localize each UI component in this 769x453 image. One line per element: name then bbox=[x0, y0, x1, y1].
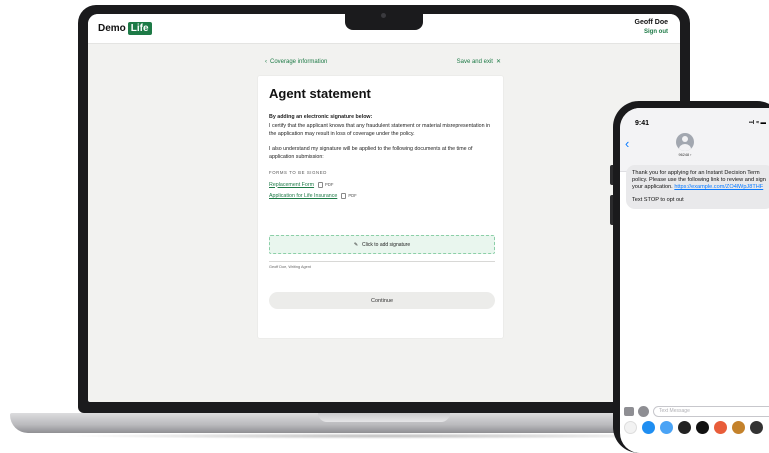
camera-notch bbox=[345, 5, 423, 30]
contact-avatar[interactable] bbox=[676, 133, 694, 151]
intro-heading: By adding an electronic signature below: bbox=[269, 114, 373, 120]
document-icon bbox=[341, 193, 347, 200]
close-icon: ✕ bbox=[495, 59, 501, 65]
brand-badge: Life bbox=[127, 22, 152, 35]
camera-icon[interactable] bbox=[624, 406, 634, 416]
back-link-label: Coverage information bbox=[270, 58, 328, 65]
battery-icon: ▬ bbox=[760, 120, 767, 126]
replacement-form-link[interactable]: Replacement Form bbox=[269, 181, 314, 190]
user-name: Geoff Doe bbox=[634, 19, 668, 26]
laptop-opening-groove bbox=[318, 413, 450, 422]
more-apps-icon[interactable] bbox=[750, 420, 763, 434]
brand-name: Demo bbox=[98, 23, 126, 34]
add-signature-button[interactable]: ✎ Click to add signature bbox=[269, 235, 495, 254]
app-store-app-icon[interactable] bbox=[642, 420, 655, 434]
signature-caption: Geoff Doe, Writing Agent bbox=[269, 265, 311, 269]
laptop-shadow bbox=[60, 433, 710, 439]
document-icon bbox=[318, 181, 324, 188]
opt-out-text: Text STOP to opt out bbox=[632, 196, 684, 203]
back-chevron-icon[interactable]: ‹ bbox=[625, 136, 629, 151]
save-and-exit-label: Save and exit bbox=[456, 58, 493, 65]
person-icon-body bbox=[679, 144, 691, 151]
message-link[interactable]: https://example.com/ZO4lWpJ8THF bbox=[674, 184, 763, 190]
contact-number: 96248 › bbox=[678, 153, 692, 157]
sign-out-link[interactable]: Sign out bbox=[644, 29, 668, 35]
pen-icon: ✎ bbox=[353, 241, 359, 248]
app-drawer bbox=[624, 420, 769, 434]
form-item: Application for Life Insurance PDF bbox=[269, 192, 495, 201]
status-time: 9:41 bbox=[635, 120, 650, 127]
message-bubble: Thank you for applying for an Instant De… bbox=[626, 165, 769, 209]
sub-navigation: ‹ Coverage information Save and exit ✕ bbox=[265, 58, 501, 66]
stickers-app-icon[interactable] bbox=[714, 420, 727, 434]
signal-icon: ••l bbox=[749, 120, 755, 126]
pdf-badge: PDF bbox=[341, 192, 357, 201]
status-icons: ••l ≈ ▬ bbox=[749, 120, 766, 126]
continue-button[interactable]: Continue bbox=[269, 292, 495, 309]
app-store-icon[interactable] bbox=[638, 405, 649, 417]
apple-cash-app-icon[interactable] bbox=[696, 420, 709, 434]
memoji-app-icon[interactable] bbox=[660, 420, 673, 434]
scene: Demo Life Geoff Doe Sign out ‹ Coverage … bbox=[0, 0, 769, 453]
wifi-icon: ≈ bbox=[755, 120, 759, 126]
application-form-link[interactable]: Application for Life Insurance bbox=[269, 192, 337, 201]
laptop-screen: Demo Life Geoff Doe Sign out ‹ Coverage … bbox=[88, 14, 680, 402]
chevron-left-icon: ‹ bbox=[265, 58, 267, 65]
phone-screen: 9:41 ••l ≈ ▬ ‹ 96248 › Thank you for app… bbox=[620, 108, 769, 453]
form-item: Replacement Form PDF bbox=[269, 181, 495, 190]
page-title: Agent statement bbox=[269, 86, 371, 101]
signature-line bbox=[269, 261, 495, 262]
save-and-exit-button[interactable]: Save and exit ✕ bbox=[456, 58, 501, 66]
agent-statement-card: Agent statement By adding an electronic … bbox=[258, 76, 503, 338]
compose-bar: Text Message bbox=[624, 405, 769, 417]
understand-text: I also understand my signature will be a… bbox=[269, 145, 473, 161]
back-link[interactable]: ‹ Coverage information bbox=[265, 58, 327, 65]
add-signature-label: Click to add signature bbox=[362, 241, 411, 248]
brand-logo[interactable]: Demo Life bbox=[98, 22, 152, 35]
certify-text: I certify that the applicant knows that … bbox=[269, 122, 491, 138]
person-icon bbox=[682, 136, 688, 142]
statement-body: By adding an electronic signature below:… bbox=[269, 113, 495, 201]
messages-header: 9:41 ••l ≈ ▬ ‹ 96248 › bbox=[620, 108, 769, 172]
fitness-app-icon[interactable] bbox=[678, 420, 691, 434]
pdf-badge: PDF bbox=[318, 181, 333, 190]
music-app-icon[interactable] bbox=[732, 420, 745, 434]
forms-label: FORMS TO BE SIGNED bbox=[269, 169, 327, 175]
photos-app-icon[interactable] bbox=[624, 420, 637, 434]
camera-icon bbox=[381, 13, 386, 18]
message-input[interactable]: Text Message bbox=[653, 405, 769, 417]
